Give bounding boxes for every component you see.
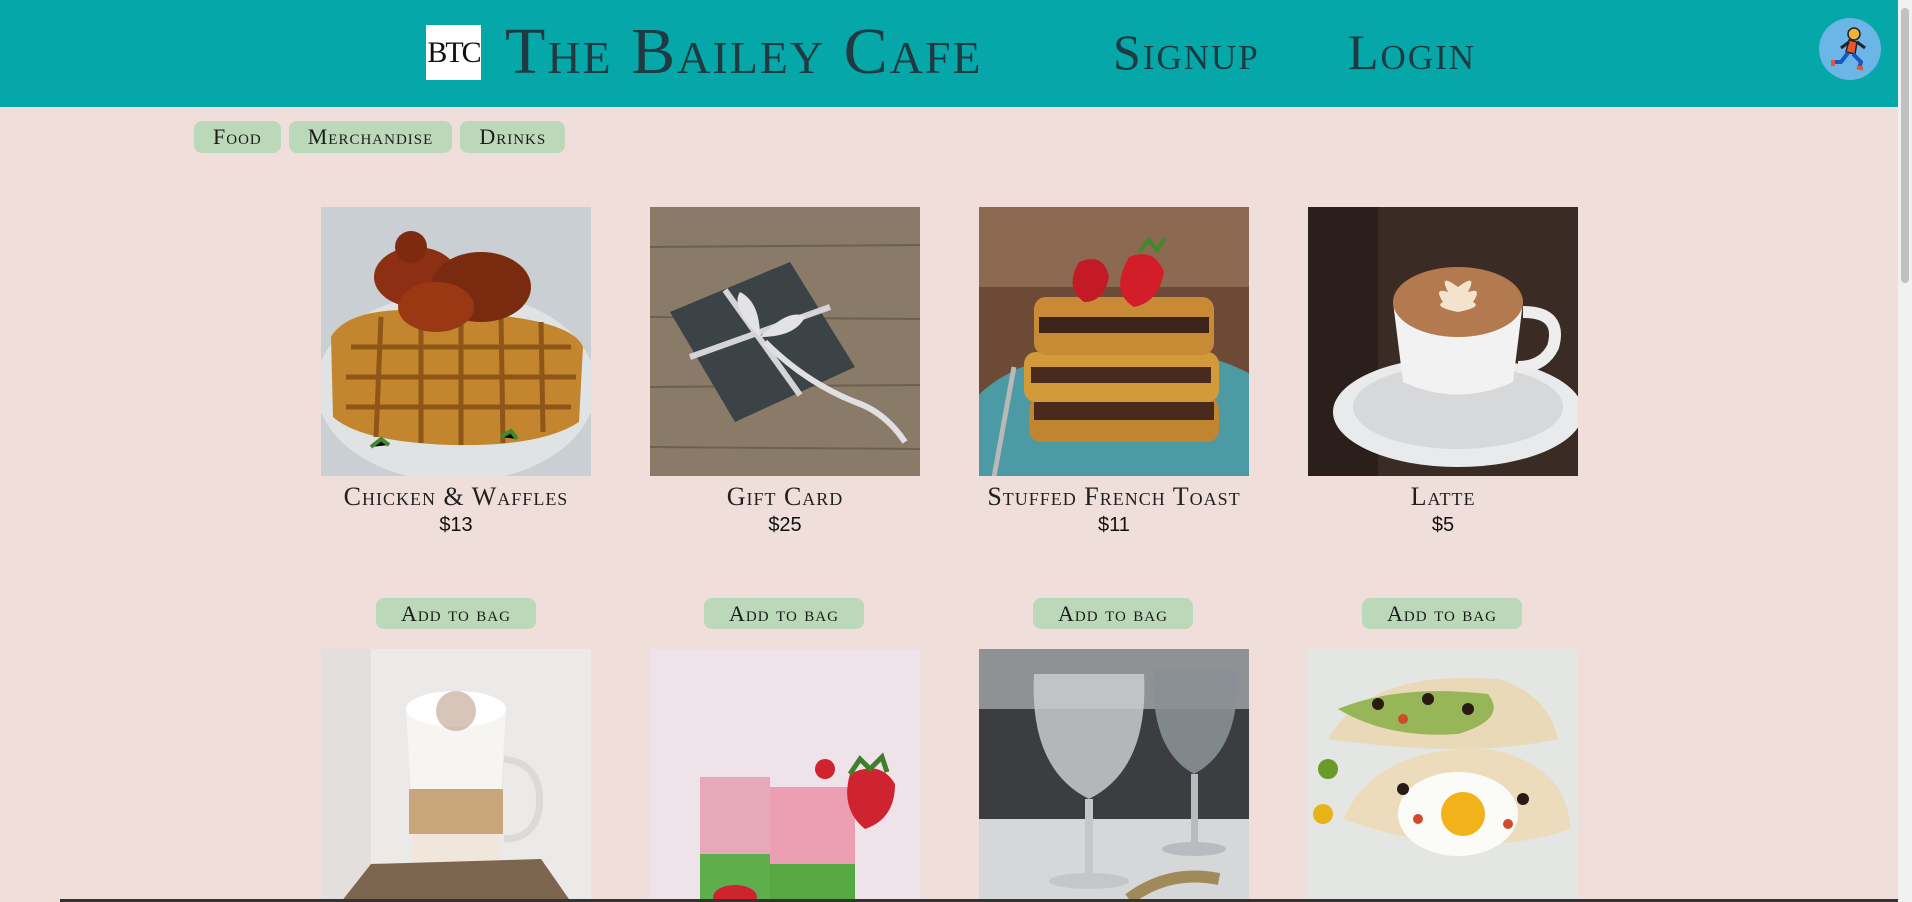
stuffed-french-toast-image[interactable] — [979, 207, 1249, 476]
product-name[interactable]: Stuffed French Toast — [949, 482, 1279, 512]
category-merchandise-button[interactable]: Merchandise — [288, 121, 453, 153]
add-to-bag-button[interactable]: Add to bag — [1362, 598, 1522, 629]
add-to-bag-button[interactable]: Add to bag — [376, 598, 536, 629]
site-title[interactable]: The Bailey Cafe — [505, 12, 983, 92]
site-header: BTC The Bailey Cafe Signup Login — [0, 0, 1912, 107]
product-card — [1308, 649, 1578, 902]
product-card: Stuffed French Toast $11 Add to bag — [979, 207, 1249, 629]
category-drinks-button[interactable]: Drinks — [460, 121, 566, 153]
product-card — [650, 649, 920, 902]
latte-image[interactable] — [1308, 207, 1578, 476]
site-logo[interactable]: BTC — [426, 25, 482, 80]
strawberry-smoothie-image[interactable] — [650, 649, 920, 902]
product-price: $11 — [1098, 514, 1130, 536]
add-to-bag-button[interactable]: Add to bag — [1033, 598, 1193, 629]
layered-latte-glass-image[interactable] — [321, 649, 591, 902]
chicken-and-waffles-image[interactable] — [321, 207, 591, 476]
product-price: $13 — [439, 514, 473, 536]
running-person-icon — [1831, 27, 1866, 71]
product-name[interactable]: Gift Card — [620, 482, 950, 512]
profile-avatar[interactable] — [1819, 18, 1881, 80]
product-price: $5 — [1431, 514, 1455, 536]
scrollbar-thumb[interactable] — [1901, 8, 1909, 283]
login-link[interactable]: Login — [1348, 20, 1476, 85]
add-to-bag-button[interactable]: Add to bag — [704, 598, 864, 629]
product-name[interactable]: Chicken & Waffles — [291, 482, 621, 512]
logo-text: BTC — [427, 35, 481, 69]
category-food-button[interactable]: Food — [194, 121, 281, 153]
product-card: Gift Card $25 Add to bag — [650, 207, 920, 629]
category-filter-bar: Food Merchandise Drinks — [194, 121, 566, 153]
product-name[interactable]: Latte — [1278, 482, 1608, 512]
page-scrollbar[interactable] — [1898, 0, 1912, 902]
product-card — [321, 649, 591, 902]
breakfast-tacos-image[interactable] — [1308, 649, 1578, 902]
product-card — [979, 649, 1249, 902]
gift-card-image[interactable] — [650, 207, 920, 476]
product-card: Chicken & Waffles $13 Add to bag — [321, 207, 591, 629]
product-price: $25 — [768, 514, 802, 536]
water-glasses-image[interactable] — [979, 649, 1249, 902]
signup-link[interactable]: Signup — [1113, 20, 1260, 85]
product-card: Latte $5 Add to bag — [1308, 207, 1578, 629]
